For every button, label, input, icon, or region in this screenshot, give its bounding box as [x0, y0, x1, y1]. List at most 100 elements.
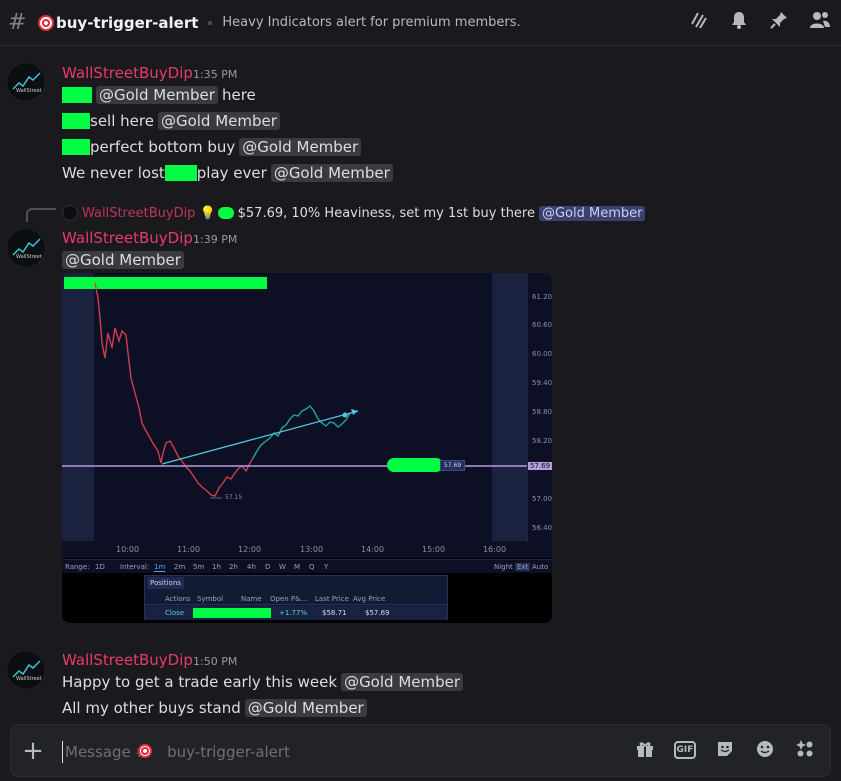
message-author[interactable]: WallStreetBuyDip — [62, 229, 193, 247]
avatar[interactable]: WallStreet — [6, 650, 46, 690]
channel-name: buy-trigger-alert — [56, 13, 199, 32]
chart-toolbar: Range: 1D Interval: 1m 2m 5m 1h 2h 4h D … — [62, 559, 552, 573]
interval-4h[interactable]: 4h — [247, 563, 256, 571]
x-tick: 15:00 — [422, 545, 446, 554]
composer-toolbar: GIF — [634, 739, 816, 761]
role-mention[interactable]: @Gold Member — [270, 164, 393, 182]
message-text: All my other buys stand — [62, 699, 241, 717]
interval-label: Interval: — [120, 563, 150, 571]
message-text: Happy to get a trade early this week — [62, 673, 338, 691]
interval-w[interactable]: W — [279, 563, 286, 571]
avatar[interactable]: WallStreet — [6, 228, 46, 268]
message-text: We never lost — [62, 164, 165, 182]
role-mention[interactable]: @Gold Member — [157, 112, 280, 130]
gift-icon[interactable] — [634, 739, 656, 761]
reply-connector — [26, 208, 56, 222]
channel-topic[interactable]: Heavy Indicators alert for premium membe… — [222, 15, 520, 30]
message-author[interactable]: WallStreetBuyDip — [62, 64, 193, 82]
low-price-label: 57.15 — [225, 494, 243, 501]
target-emoji-icon — [38, 14, 54, 31]
reply-avatar — [62, 205, 78, 221]
role-mention[interactable]: @Gold Member — [96, 86, 218, 104]
positions-header: Actions Symbol Name Open P&... Last Pric… — [145, 592, 447, 605]
chart-attachment-image[interactable]: 57.15 57.69 61.20 60.60 60.00 59.40 58.8… — [62, 273, 552, 623]
role-mention[interactable]: @Gold Member — [341, 673, 464, 691]
reply-preview[interactable]: WallStreetBuyDip 💡 $57.69, 10% Heaviness… — [62, 205, 646, 221]
y-tick: 57.00 — [532, 495, 552, 503]
message-text: here — [221, 86, 256, 104]
interval-q[interactable]: Q — [309, 563, 315, 571]
x-tick: 10:00 — [116, 545, 140, 554]
last-price-value: $58.71 — [322, 609, 347, 617]
chart-plot-area: 57.15 57.69 61.20 60.60 60.00 59.40 58.8… — [62, 273, 552, 558]
table-row[interactable]: Close +1.77% $58.71 $57.69 — [145, 606, 447, 620]
positions-panel: Positions Actions Symbol Name Open P&...… — [144, 575, 448, 620]
order-price-label: 57.69 — [440, 460, 466, 471]
column-header: Open P&... — [270, 595, 308, 603]
x-tick: 14:00 — [361, 545, 385, 554]
column-header: Avg Price — [353, 595, 386, 603]
gif-icon[interactable]: GIF — [674, 741, 696, 759]
range-select[interactable]: 1D — [95, 563, 105, 571]
members-icon[interactable] — [809, 10, 830, 34]
message-composer: + GIF — [10, 724, 831, 777]
interval-y[interactable]: Y — [324, 563, 328, 571]
message-timestamp: 1:35 PM — [193, 68, 238, 81]
interval-1m[interactable]: 1m — [154, 563, 166, 572]
interval-m[interactable]: M — [294, 563, 300, 571]
column-header: Name — [241, 595, 262, 603]
message-timestamp: 1:50 PM — [193, 655, 238, 668]
redaction-mark — [193, 608, 271, 618]
bell-icon[interactable] — [729, 10, 749, 34]
interval-2h[interactable]: 2h — [229, 563, 238, 571]
y-tick: 60.00 — [532, 350, 552, 358]
positions-tab[interactable]: Positions — [147, 577, 184, 589]
interval-1h[interactable]: 1h — [212, 563, 221, 571]
column-header: Actions — [165, 595, 191, 603]
sticker-icon[interactable] — [714, 739, 736, 761]
reply-author[interactable]: WallStreetBuyDip — [82, 206, 195, 221]
auto-toggle[interactable]: Auto — [532, 563, 548, 571]
reply-text: $57.69, 10% Heaviness, set my 1st buy th… — [237, 205, 535, 221]
ext-toggle[interactable]: Ext — [515, 563, 531, 571]
range-label: Range: — [65, 563, 90, 571]
emoji-icon[interactable] — [754, 739, 776, 761]
message-line: Happy to get a trade early this week @Go… — [62, 673, 464, 691]
svg-text:WallStreet: WallStreet — [16, 88, 42, 93]
avg-price-value: $57.69 — [365, 609, 390, 617]
redaction-mark — [62, 87, 92, 103]
message-line: sell here @Gold Member — [62, 112, 280, 130]
hashtag-icon: # — [8, 9, 27, 35]
close-position-button[interactable]: Close — [165, 609, 184, 617]
interval-5m[interactable]: 5m — [193, 563, 204, 571]
target-emoji-icon — [138, 744, 152, 758]
role-mention[interactable]: @Gold Member — [62, 251, 184, 269]
x-tick: 13:00 — [300, 545, 324, 554]
plus-icon[interactable]: + — [19, 737, 47, 765]
message-line: @Gold Member — [58, 251, 184, 269]
column-header: Last Price — [315, 595, 349, 603]
redaction-mark — [387, 458, 443, 472]
interval-d[interactable]: D — [265, 563, 270, 571]
interval-2m[interactable]: 2m — [174, 563, 185, 571]
redaction-mark — [62, 139, 90, 155]
apps-icon[interactable] — [794, 739, 816, 761]
header-toolbar — [689, 10, 830, 34]
message-text: sell here — [90, 112, 154, 130]
message-input[interactable] — [62, 741, 562, 763]
message-author[interactable]: WallStreetBuyDip — [62, 651, 193, 669]
role-mention[interactable]: @Gold Member — [244, 699, 367, 717]
threads-icon[interactable] — [689, 10, 709, 34]
redaction-mark — [62, 113, 90, 129]
redaction-mark — [164, 165, 197, 181]
avatar[interactable]: WallStreet — [6, 62, 46, 102]
pin-icon[interactable] — [769, 10, 789, 34]
night-toggle[interactable]: Night — [494, 563, 513, 571]
y-tick: 59.40 — [532, 379, 552, 387]
message-line: perfect bottom buy @Gold Member — [62, 138, 362, 156]
role-mention[interactable]: @Gold Member — [538, 205, 646, 221]
y-tick: 61.20 — [532, 293, 552, 301]
price-candles — [62, 282, 527, 499]
role-mention[interactable]: @Gold Member — [239, 138, 362, 156]
svg-text:WallStreet: WallStreet — [16, 676, 42, 681]
